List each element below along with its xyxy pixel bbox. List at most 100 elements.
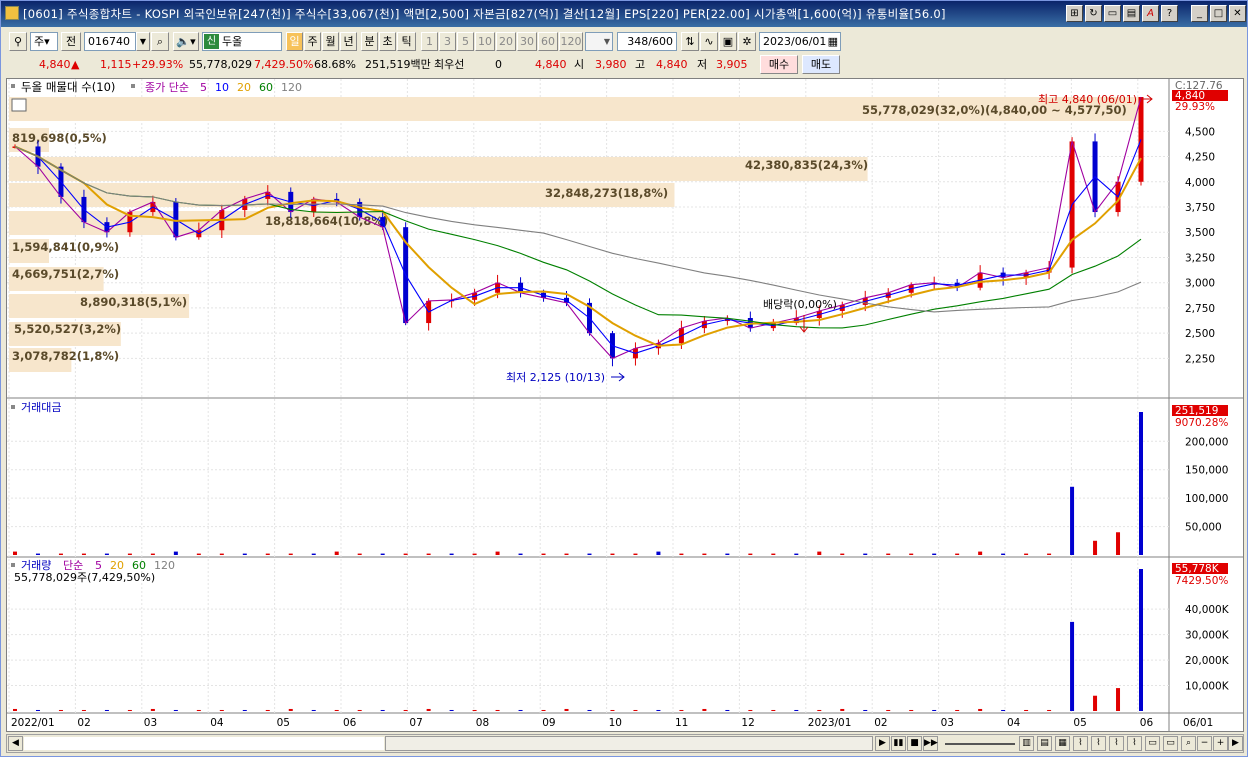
pin-icon[interactable]: ⚲	[9, 32, 27, 51]
window-mode-icon[interactable]: ▭	[1104, 5, 1121, 22]
period-type-select[interactable]: 주▾	[30, 32, 58, 51]
layout-icon-1[interactable]: ▥	[1019, 736, 1034, 751]
tab-period-minute[interactable]: 분	[361, 32, 378, 51]
search-icon[interactable]: ⌕	[151, 32, 169, 51]
tab-period-tick[interactable]: 틱	[397, 32, 416, 51]
interval-10[interactable]: 10	[475, 32, 495, 51]
prev-button[interactable]: 전	[61, 32, 81, 51]
interval-20[interactable]: 20	[496, 32, 516, 51]
save-screen-icon[interactable]: ▤	[1123, 5, 1140, 22]
tab-period-week[interactable]: 주	[304, 32, 321, 51]
chart-scrollbar[interactable]: ◀ ▶ ▮▮ ■ ▶▶ ▥ ▤ ▦ ⌇ ⌇ ⌇ ⌇ ▭ ▭ ⌕ − + ▶	[6, 734, 1244, 753]
table-icon[interactable]	[11, 98, 27, 112]
amount-bar	[909, 553, 914, 555]
zoom-in-icon[interactable]: +	[1213, 736, 1228, 751]
period-type-value: 주	[34, 35, 45, 48]
amount-bar	[1139, 412, 1143, 555]
xaxis-label: 04	[210, 717, 224, 729]
link-icon[interactable]: ⊞	[1066, 5, 1083, 22]
ma-period-label: 120	[281, 81, 302, 94]
interval-30[interactable]: 30	[517, 32, 537, 51]
tool-icon-5[interactable]: ▭	[1145, 736, 1160, 751]
panel-menu-icon[interactable]	[11, 405, 15, 409]
tab-period-day[interactable]: 일	[286, 32, 303, 51]
price-tick-label: 4,250	[1185, 152, 1215, 164]
sound-icon[interactable]: 🔈▾	[173, 32, 199, 51]
amount-bar	[35, 553, 40, 555]
ma-title: 종가 단순	[145, 81, 189, 94]
stock-code-input[interactable]: 016740	[84, 32, 136, 51]
xaxis-label: 2022/01	[11, 717, 55, 729]
interval-3[interactable]: 3	[439, 32, 456, 51]
interval-5[interactable]: 5	[457, 32, 474, 51]
zoom-out-icon[interactable]: −	[1197, 736, 1212, 751]
stock-name-field[interactable]: 신 두올	[202, 32, 282, 51]
volume-bar	[656, 709, 661, 711]
last-rate-tag: 29.93%	[1175, 101, 1215, 113]
volume-profile-label: 5,520,527(3,2%)	[14, 322, 121, 336]
tool-icon-2[interactable]: ⌇	[1091, 736, 1106, 751]
panel-menu-icon[interactable]	[11, 563, 15, 567]
calendar-icon[interactable]: ▦	[828, 33, 838, 50]
tool-icon-3[interactable]: ⌇	[1109, 736, 1124, 751]
amount-bar	[794, 553, 799, 555]
volume-tick-label: 20,000K	[1185, 655, 1230, 667]
scroll-right-icon[interactable]: ▶	[1228, 736, 1243, 751]
fast-forward-icon[interactable]: ▶▶	[923, 736, 938, 751]
count-value: 348	[627, 35, 649, 48]
stop-icon[interactable]: ■	[907, 736, 922, 751]
settings-icon[interactable]: ✲	[738, 32, 756, 51]
volume-tick-label: 10,000K	[1185, 681, 1230, 693]
count-field[interactable]: 348/600	[617, 32, 677, 51]
custom-interval-input[interactable]: ▼	[585, 32, 613, 51]
layout-icon-2[interactable]: ▤	[1037, 736, 1052, 751]
zoom-search-icon[interactable]: ⌕	[1181, 736, 1196, 751]
tool-icon-6[interactable]: ▭	[1163, 736, 1178, 751]
close-button[interactable]: ✕	[1229, 5, 1246, 22]
interval-120[interactable]: 120	[559, 32, 583, 51]
font-icon[interactable]: A	[1142, 5, 1159, 22]
maximize-button[interactable]: □	[1210, 5, 1227, 22]
price-tick-label: 3,750	[1185, 202, 1215, 214]
volume-bar	[81, 709, 86, 711]
speed-slider[interactable]	[945, 743, 1015, 745]
tool-icon-4[interactable]: ⌇	[1127, 736, 1142, 751]
app-window: [0601] 주식종합차트 - KOSPI 외국인보유[247(천)] 주식수[…	[0, 0, 1248, 757]
buy-button[interactable]: 매수	[760, 55, 798, 74]
refresh-icon[interactable]: ↻	[1085, 5, 1102, 22]
price-tick-label: 4,500	[1185, 126, 1215, 138]
amount-bar	[173, 551, 178, 555]
tool-icon-1[interactable]: ⌇	[1073, 736, 1088, 751]
xaxis-label: 07	[409, 717, 422, 729]
panel-menu-icon[interactable]	[11, 84, 15, 88]
panel-menu-icon[interactable]	[131, 84, 135, 88]
scroll-left-icon[interactable]: ◀	[8, 736, 23, 751]
minimize-button[interactable]: _	[1191, 5, 1208, 22]
pause-icon[interactable]: ▮▮	[891, 736, 906, 751]
volume-rate-tag: 7429.50%	[1175, 575, 1228, 587]
volume-bar	[1047, 709, 1052, 711]
tab-period-year[interactable]: 년	[340, 32, 357, 51]
interval-1[interactable]: 1	[421, 32, 438, 51]
scroll-track[interactable]	[24, 737, 384, 750]
interval-60[interactable]: 60	[538, 32, 558, 51]
date-input[interactable]: 2023/06/01 ▦	[759, 32, 841, 51]
sell-button[interactable]: 매도	[802, 55, 840, 74]
indicator-icon[interactable]: ⇅	[681, 32, 699, 51]
chart-svg[interactable]: 2022/01 02 03 04 05 06 07 08 09 10 11 12 2023/01 02 03…	[7, 79, 1243, 731]
scroll-thumb[interactable]	[385, 736, 873, 751]
tab-period-second[interactable]: 초	[379, 32, 396, 51]
draw-icon[interactable]: ∿	[700, 32, 718, 51]
tab-period-month[interactable]: 월	[322, 32, 339, 51]
volume-bar	[334, 709, 339, 711]
chart-area[interactable]: 2022/01 02 03 04 05 06 07 08 09 10 11 12 2023/01 02 03…	[6, 78, 1244, 732]
disk-icon[interactable]: ▣	[719, 32, 737, 51]
help-icon[interactable]: ?	[1161, 5, 1178, 22]
layout-icon-3[interactable]: ▦	[1055, 736, 1070, 751]
code-dropdown-icon[interactable]: ▼	[136, 32, 150, 51]
play-icon[interactable]: ▶	[875, 736, 890, 751]
amount-bar	[863, 553, 868, 555]
volume-profile-label: 3,078,782(1,8%)	[12, 349, 119, 363]
title-bar: [0601] 주식종합차트 - KOSPI 외국인보유[247(천)] 주식수[…	[1, 1, 1247, 27]
xaxis-label: 09	[542, 717, 555, 729]
